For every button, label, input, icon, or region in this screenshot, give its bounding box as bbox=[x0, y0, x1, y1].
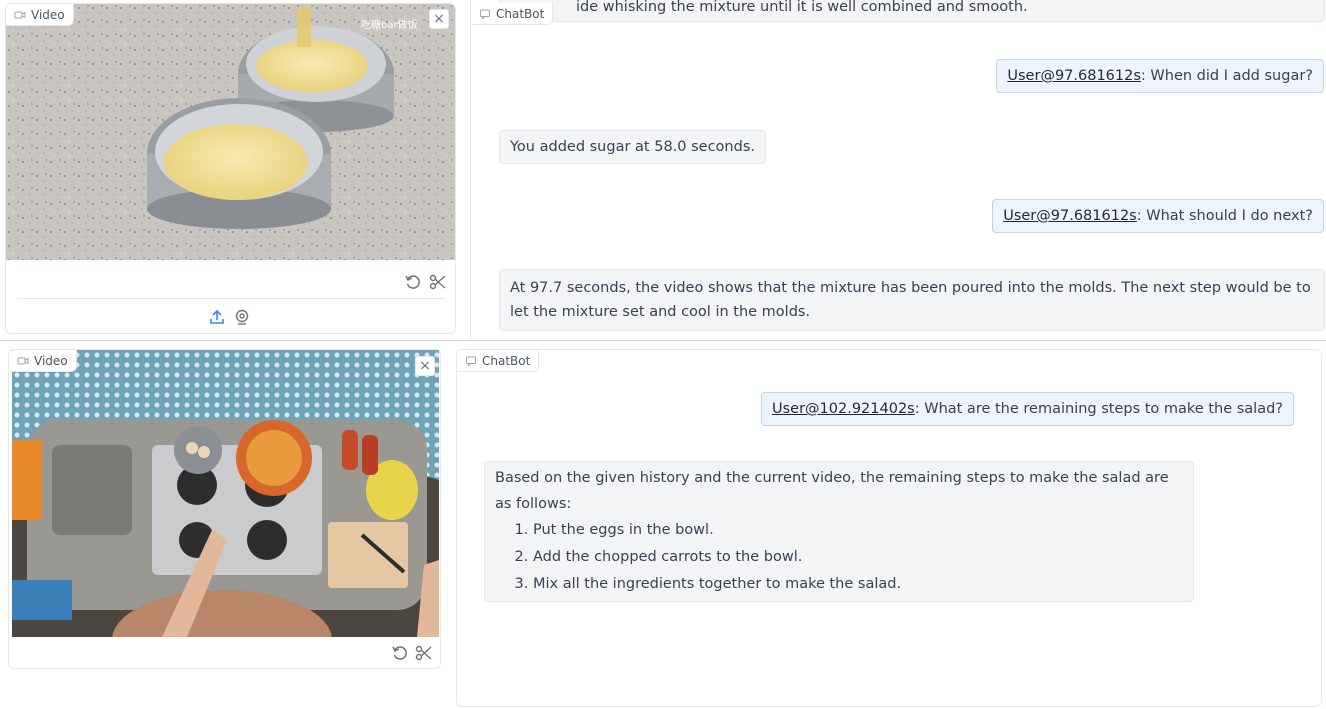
webcam-icon[interactable] bbox=[233, 308, 251, 326]
top-chatbot-panel: ChatBot ide whisking the mixture until i… bbox=[470, 0, 1326, 338]
scissors-icon[interactable] bbox=[415, 644, 433, 662]
upload-icon[interactable] bbox=[208, 308, 226, 326]
top-video-label-text: Video bbox=[31, 7, 65, 22]
bottom-video-close-button[interactable]: × bbox=[415, 356, 435, 376]
message-timestamp-link[interactable]: User@97.681612s bbox=[1007, 68, 1141, 84]
bottom-chatbot-panel: ChatBot User@102.921402s: What are the r… bbox=[456, 349, 1322, 707]
video-watermark: 吃糖bar做饭 bbox=[361, 18, 418, 31]
bottom-chatbot-label: ChatBot bbox=[457, 350, 540, 372]
section-divider bbox=[0, 340, 1326, 341]
bottom-video-panel: Video × bbox=[8, 349, 441, 669]
chatbot-icon bbox=[480, 9, 490, 20]
chat-message-bot: Based on the given history and the curre… bbox=[484, 461, 1194, 602]
chat-message-partial: ide whisking the mixture until it is wel… bbox=[499, 0, 1325, 22]
top-video-divider bbox=[18, 298, 445, 299]
top-video-player[interactable]: 吃糖bar做饭 bbox=[6, 4, 455, 260]
bottom-video-frame-image bbox=[12, 350, 439, 637]
bottom-video-label: Video bbox=[9, 350, 77, 372]
chat-message-user: User@97.681612s: What should I do next? bbox=[992, 199, 1324, 233]
top-video-panel: Video 吃糖bar做饭 × bbox=[5, 3, 456, 334]
chat-message-bot: At 97.7 seconds, the video shows that th… bbox=[499, 269, 1325, 331]
top-video-frame-image: 吃糖bar做饭 bbox=[6, 4, 455, 260]
video-icon bbox=[17, 357, 29, 364]
chat-message-bot: You added sugar at 58.0 seconds. bbox=[499, 130, 766, 164]
undo-icon[interactable] bbox=[404, 273, 422, 291]
message-timestamp-link[interactable]: User@102.921402s bbox=[772, 401, 915, 417]
bottom-video-player[interactable] bbox=[12, 350, 439, 637]
list-item: Put the eggs in the bowl. bbox=[533, 517, 1183, 544]
top-video-close-button[interactable]: × bbox=[429, 9, 449, 29]
chatbot-icon bbox=[466, 356, 476, 367]
video-icon bbox=[14, 11, 26, 18]
bottom-video-label-text: Video bbox=[34, 353, 68, 368]
steps-list: Put the eggs in the bowl. Add the choppe… bbox=[533, 517, 1183, 598]
top-chatbot-label-text: ChatBot bbox=[496, 6, 545, 21]
list-item: Add the chopped carrots to the bowl. bbox=[533, 544, 1183, 571]
chat-message-user: User@97.681612s: When did I add sugar? bbox=[996, 59, 1324, 93]
message-timestamp-link[interactable]: User@97.681612s bbox=[1003, 208, 1137, 224]
top-chatbot-label: ChatBot bbox=[471, 3, 554, 25]
undo-icon[interactable] bbox=[391, 644, 409, 662]
chat-message-user: User@102.921402s: What are the remaining… bbox=[760, 392, 1294, 426]
top-video-label: Video bbox=[6, 4, 74, 26]
list-item: Mix all the ingredients together to make… bbox=[533, 571, 1183, 598]
scissors-icon[interactable] bbox=[429, 273, 447, 291]
bottom-chatbot-label-text: ChatBot bbox=[482, 353, 531, 368]
bot-response-intro: Based on the given history and the curre… bbox=[495, 470, 1169, 512]
close-icon: × bbox=[419, 358, 431, 374]
close-icon: × bbox=[433, 11, 445, 27]
